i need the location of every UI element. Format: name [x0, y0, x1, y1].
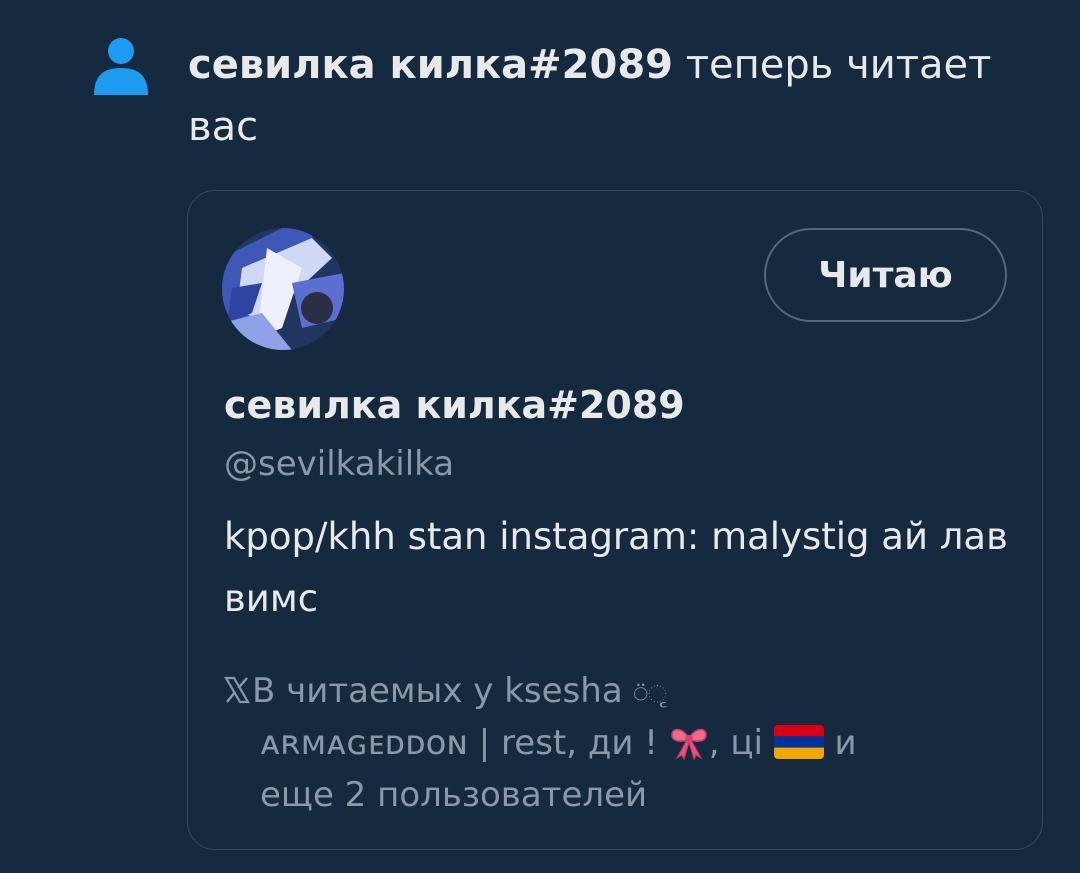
profile-card[interactable]: Читаю севилка килка#2089 @sevilkakilka k… — [187, 190, 1043, 850]
x-logo-icon — [224, 676, 250, 704]
separator: , — [708, 723, 731, 763]
display-name[interactable]: севилка килка#2089 — [224, 383, 685, 427]
user-1-decoration: ⍥ૃ — [633, 680, 667, 708]
followed-by-user-3[interactable]: цi — [730, 723, 763, 763]
conjunction: и — [823, 723, 857, 763]
profile-bio: kpop/khh stan instagram: malystig ай лав… — [224, 515, 1008, 620]
armenia-flag-icon — [773, 725, 824, 759]
following-button[interactable]: Читаю — [764, 228, 1007, 322]
notification-text: севилка килка#2089 теперь читает вас — [188, 34, 1028, 158]
user-handle[interactable]: @sevilkakilka — [224, 444, 454, 484]
followed-by-user-1[interactable]: ksesha — [504, 671, 622, 711]
ribbon-bow-icon — [670, 728, 707, 760]
followed-by-remainder[interactable]: еще 2 пользователей — [260, 775, 647, 815]
followed-by-section[interactable]: В читаемых у ksesha ⍥ૃ ᴀʀᴍᴀɢᴇᴅᴅᴏɴ | rest… — [224, 665, 1024, 821]
followed-by-user-2[interactable]: ᴀʀᴍᴀɢᴇᴅᴅᴏɴ | rest, ди ! — [260, 723, 658, 763]
avatar[interactable] — [222, 228, 344, 350]
followed-by-prefix: В читаемых у — [252, 671, 505, 711]
person-icon — [94, 38, 148, 95]
notification-user-link[interactable]: севилка килка#2089 — [188, 42, 673, 88]
